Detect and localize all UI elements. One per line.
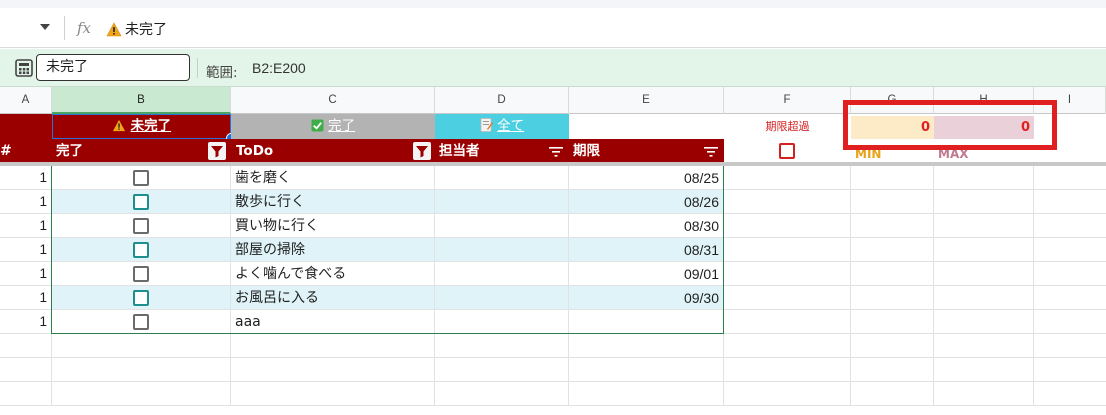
column-header-e[interactable]: E: [569, 87, 724, 114]
table-border: [51, 166, 724, 334]
separator: [197, 58, 198, 78]
column-header-d[interactable]: D: [435, 87, 569, 114]
overdue-label: 期限超過: [765, 120, 810, 133]
filter-menu-icon-deadline[interactable]: [704, 147, 718, 157]
row-number: 1: [39, 290, 47, 305]
column-gridline: [850, 166, 851, 406]
name-box-dropdown-icon[interactable]: [40, 24, 50, 30]
range-label: 範囲:: [206, 65, 238, 81]
range-value[interactable]: B2:E200: [252, 60, 306, 76]
filter-complete-button[interactable]: 完了: [231, 114, 435, 139]
row-number: 1: [39, 266, 47, 281]
filter-active-icon-todo[interactable]: [413, 142, 431, 160]
row-number: 1: [39, 170, 47, 185]
filter-view-bar: 未完了 範囲: B2:E200: [0, 49, 1106, 87]
memo-icon: [480, 118, 493, 132]
header-num: #: [0, 139, 52, 164]
fx-icon: fx: [77, 19, 92, 37]
header-todo: ToDo: [231, 139, 435, 164]
row-number: 1: [39, 194, 47, 209]
row-gridline: [0, 357, 1106, 358]
filter-incomplete-button[interactable]: 未完了: [52, 114, 231, 139]
separator: [64, 16, 65, 40]
filter-view-name: 未完了: [46, 59, 88, 75]
filter-incomplete-label: 未完了: [130, 118, 172, 134]
warning-icon: [106, 21, 122, 36]
formula-bar: fx 未完了: [0, 8, 1106, 48]
formula-input[interactable]: 未完了: [106, 18, 167, 40]
header-deadline: 期限: [569, 139, 724, 164]
row1-a-cell: [0, 114, 52, 139]
column-gridline: [1033, 166, 1034, 406]
filter-complete-label: 完了: [328, 118, 356, 134]
row-gridline: [0, 381, 1106, 382]
row-number: 1: [39, 242, 47, 257]
calculator-icon[interactable]: [14, 58, 34, 78]
warning-icon: [112, 119, 125, 132]
column-header-f[interactable]: F: [724, 87, 851, 114]
column-header-b[interactable]: B: [52, 87, 231, 114]
sheet-grid: 未完了 完了 全て 期限超過 0 0 # 完了 ToDo 担当者 期限 MIN …: [0, 100, 1106, 415]
formula-text: 未完了: [125, 22, 167, 38]
column-gridline: [933, 166, 934, 406]
row-number: 1: [39, 218, 47, 233]
filter-menu-icon-assignee[interactable]: [549, 147, 563, 157]
filter-all-button[interactable]: 全て: [435, 114, 569, 139]
window-top-strip: [0, 0, 1106, 8]
filter-view-name-input[interactable]: 未完了: [36, 54, 190, 81]
filter-active-icon-done[interactable]: [208, 142, 226, 160]
overdue-checkbox[interactable]: [779, 143, 795, 159]
header-done: 完了: [52, 139, 231, 164]
row-gridline: [0, 405, 1106, 406]
filter-all-label: 全て: [497, 118, 525, 134]
highlight-box: [843, 100, 1057, 150]
column-header-a[interactable]: A: [0, 87, 52, 114]
row-number: 1: [39, 314, 47, 329]
column-header-c[interactable]: C: [231, 87, 435, 114]
check-box-icon: [311, 119, 324, 132]
